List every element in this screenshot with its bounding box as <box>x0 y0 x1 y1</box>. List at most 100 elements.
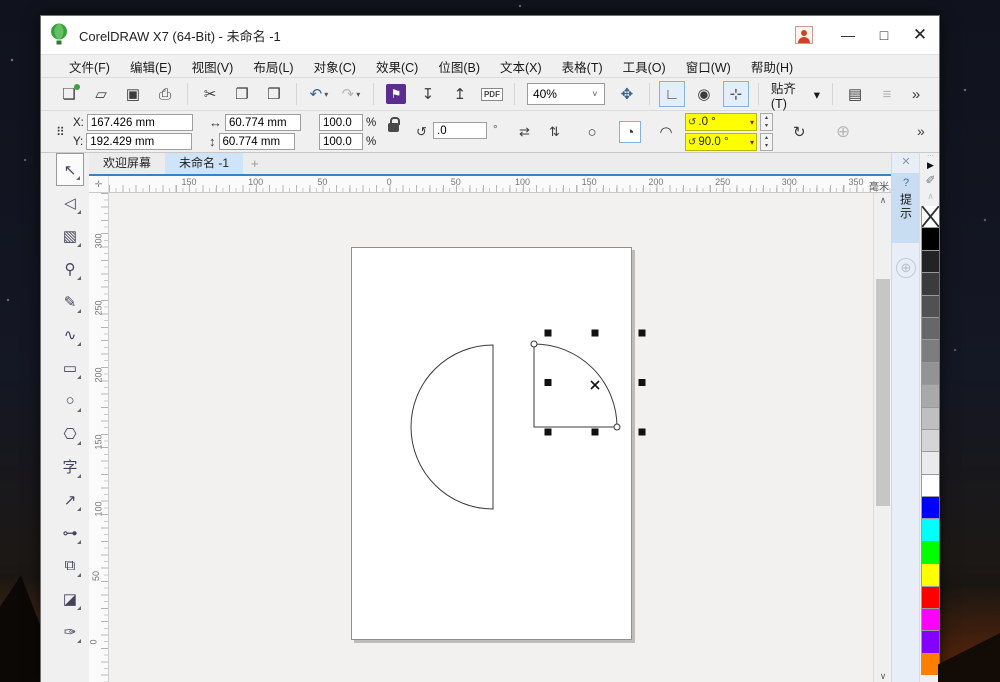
change-direction-icon[interactable]: ↻ <box>793 123 806 141</box>
polygon-tool[interactable]: ⎔ <box>56 417 84 450</box>
rotation-angle-field[interactable] <box>433 122 487 139</box>
open-icon[interactable]: ▱ <box>88 81 114 107</box>
scroll-down-icon[interactable]: ∨ <box>874 669 892 682</box>
snap-to-button[interactable]: 贴齐(T) ▾ <box>765 78 826 111</box>
show-grid-icon[interactable]: ◉ <box>691 81 717 107</box>
new-document-tab-button[interactable]: + <box>243 153 267 174</box>
vertical-ruler[interactable]: 300 250 200 150 100 50 0 <box>89 193 109 682</box>
zoom-level-input[interactable] <box>527 87 586 101</box>
maximize-button[interactable]: □ <box>869 20 899 50</box>
mirror-horizontal-icon[interactable]: ⇄ <box>519 124 530 140</box>
color-swatch[interactable] <box>921 249 939 274</box>
show-rulers-icon[interactable]: ∟ <box>658 81 685 107</box>
color-swatch[interactable] <box>921 496 939 520</box>
full-screen-preview-icon[interactable]: ✥ <box>614 81 640 107</box>
undo-dropdown-icon[interactable]: ▾ <box>324 90 328 99</box>
color-swatch[interactable] <box>921 608 939 632</box>
horizontal-ruler[interactable]: 毫米 150 100 50 0 50 100 150 200 250 300 350 <box>109 176 891 193</box>
ellipse-tool[interactable]: ○ <box>56 384 84 417</box>
undo-button[interactable]: ↶ ▾ <box>306 81 332 107</box>
docker-close-icon[interactable]: ✕ <box>892 155 920 171</box>
color-swatch[interactable] <box>921 339 939 363</box>
tab-welcome-screen[interactable]: 欢迎屏幕 <box>89 153 165 174</box>
zoom-tool[interactable]: ⚲ <box>56 252 84 285</box>
palette-drag-handle[interactable]: ⋯ <box>927 153 934 160</box>
color-swatch[interactable] <box>921 630 939 654</box>
palette-flyout-icon[interactable]: ▶ <box>927 160 934 173</box>
paste-icon[interactable]: ❒ <box>261 81 287 107</box>
palette-scroll-up-icon[interactable]: ∧ <box>927 191 934 206</box>
cut-icon[interactable]: ✂ <box>197 81 223 107</box>
tab-untitled-document[interactable]: 未命名 -1 <box>165 153 244 174</box>
pie-start-spinner[interactable]: ▴ ▾ <box>760 113 773 131</box>
rectangle-tool[interactable]: ▭ <box>56 351 84 384</box>
color-swatch[interactable] <box>921 428 939 453</box>
zoom-level-combo[interactable]: ˅ <box>526 83 605 105</box>
pie-end-spinner[interactable]: ▴ ▾ <box>760 133 773 151</box>
menu-item[interactable]: 文本(X) <box>490 54 552 79</box>
mirror-vertical-icon[interactable]: ⇅ <box>549 124 560 140</box>
object-height-field[interactable] <box>218 133 295 150</box>
print-icon[interactable]: ⎙ <box>152 81 178 107</box>
dimension-tool[interactable]: ↗ <box>56 483 84 516</box>
artistic-media-tool[interactable]: ∿ <box>56 318 84 351</box>
shape-tool[interactable]: ◁ <box>56 186 84 219</box>
menu-item[interactable]: 表格(T) <box>552 54 613 79</box>
semicircle-shape[interactable] <box>410 344 494 510</box>
freehand-tool[interactable]: ✎ <box>56 285 84 318</box>
search-content-icon[interactable]: ⚑ <box>383 81 409 107</box>
save-icon[interactable]: ▣ <box>120 81 146 107</box>
color-swatch[interactable] <box>921 451 939 475</box>
transparency-tool[interactable]: ◪ <box>56 582 84 615</box>
object-width-field[interactable] <box>225 114 301 131</box>
pie-start-node[interactable] <box>530 340 538 348</box>
add-property-icon[interactable]: ⊕ <box>836 122 850 142</box>
scrollbar-thumb[interactable] <box>876 279 890 506</box>
color-swatch[interactable] <box>921 272 939 296</box>
color-swatch[interactable] <box>921 294 939 318</box>
color-swatch[interactable] <box>921 473 939 498</box>
color-swatch[interactable] <box>921 540 939 565</box>
copy-icon[interactable]: ❐ <box>229 81 255 107</box>
text-tool[interactable]: 字 <box>56 450 84 483</box>
menu-item[interactable]: 对象(C) <box>304 54 366 79</box>
menu-item[interactable]: 文件(F) <box>59 54 120 79</box>
arc-mode-button[interactable]: ◠ <box>655 121 677 143</box>
close-button[interactable]: ✕ <box>905 20 935 50</box>
color-swatch[interactable] <box>921 227 939 251</box>
quick-customize-icon[interactable]: ⊕ <box>896 258 916 278</box>
toolbar-overflow-button[interactable]: » <box>903 81 929 107</box>
color-eyedropper-tool[interactable]: ✑ <box>56 615 84 648</box>
palette-eyedropper-icon[interactable]: ✐ <box>925 173 935 191</box>
export-icon[interactable]: ↥ <box>447 81 473 107</box>
color-swatch[interactable] <box>921 652 939 675</box>
color-swatch[interactable] <box>921 361 939 386</box>
ellipse-mode-button[interactable]: ○ <box>581 121 603 143</box>
account-icon[interactable] <box>795 26 813 44</box>
connector-tool[interactable]: ⊶ <box>56 516 84 549</box>
minimize-button[interactable]: — <box>833 20 863 50</box>
redo-button[interactable]: ↷ ▾ <box>338 81 364 107</box>
menu-item[interactable]: 编辑(E) <box>120 54 182 79</box>
drop-shadow-tool[interactable]: ⧉ <box>56 549 84 582</box>
color-swatch[interactable] <box>921 316 939 341</box>
pie-mode-button[interactable]: ◔ <box>619 121 641 143</box>
redo-dropdown-icon[interactable]: ▾ <box>356 90 360 99</box>
color-swatch-none[interactable] <box>921 206 939 229</box>
scale-v-field[interactable] <box>319 133 363 150</box>
color-swatch[interactable] <box>921 406 939 430</box>
menu-item[interactable]: 工具(O) <box>613 54 676 79</box>
color-swatch[interactable] <box>921 585 939 610</box>
pie-start-angle-field[interactable]: ↺ .0 ° ▾ <box>685 113 757 131</box>
color-swatch[interactable] <box>921 384 939 408</box>
application-launcher-icon[interactable]: ≡ <box>874 81 900 107</box>
menu-item[interactable]: 帮助(H) <box>741 54 803 79</box>
import-icon[interactable]: ↧ <box>415 81 441 107</box>
lock-ratio-icon[interactable] <box>388 116 400 132</box>
hints-docker-tab[interactable]: ? 提示 <box>892 173 920 243</box>
show-guidelines-icon[interactable]: ⊹ <box>722 81 749 107</box>
zoom-combo-caret-icon[interactable]: ˅ <box>586 89 604 99</box>
new-document-icon[interactable]: ❏ <box>56 81 82 107</box>
crop-tool[interactable]: ▧ <box>56 219 84 252</box>
pie-end-angle-field[interactable]: ↺ 90.0 ° ▾ <box>685 133 757 151</box>
